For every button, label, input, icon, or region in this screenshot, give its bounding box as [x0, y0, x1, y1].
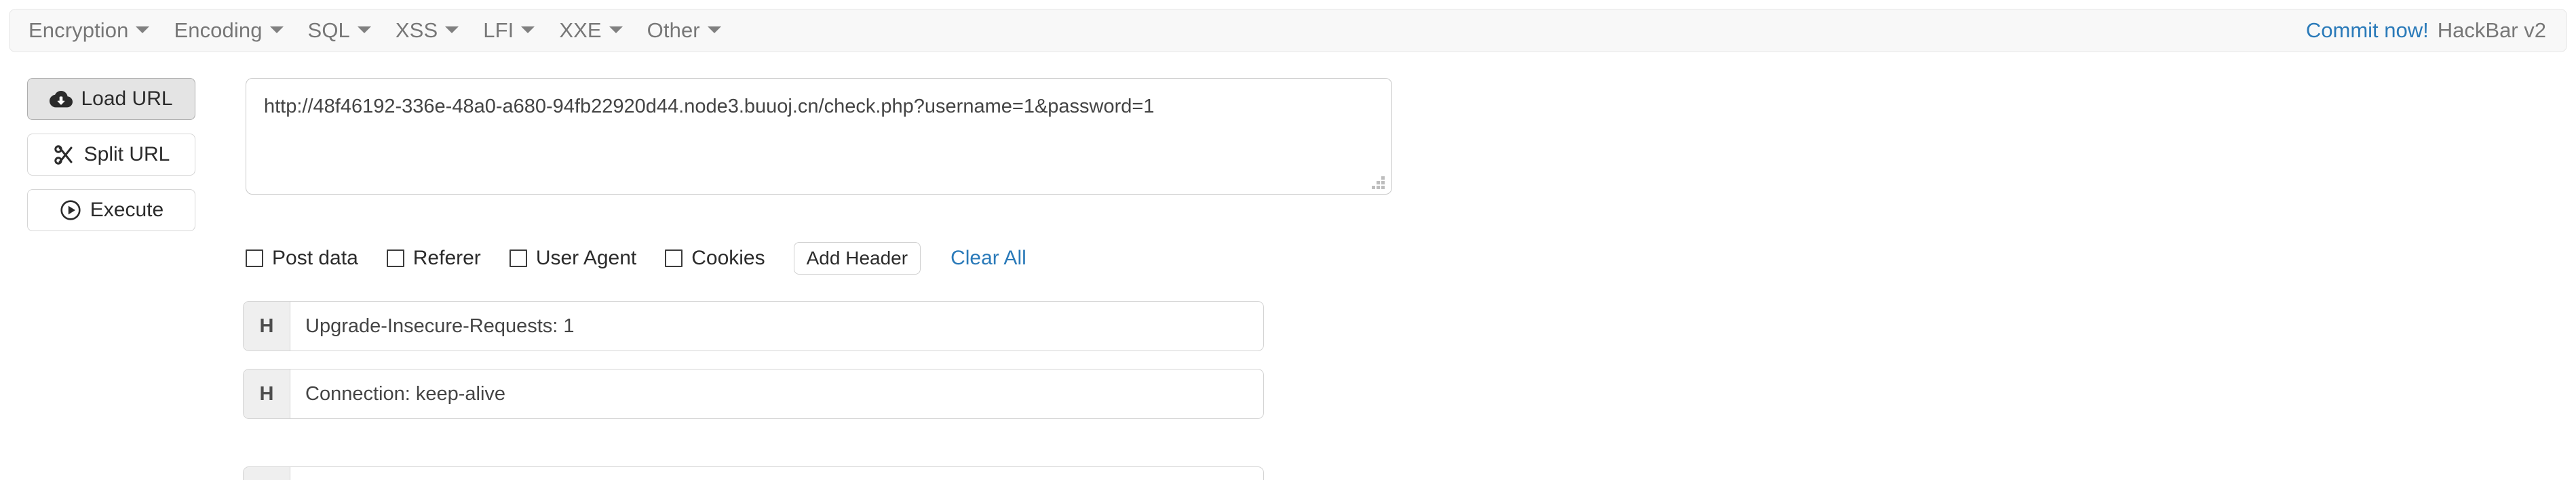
execute-button-label: Execute: [90, 199, 164, 221]
checkbox-label: User Agent: [535, 247, 637, 269]
commit-now-link[interactable]: Commit now!: [2306, 18, 2429, 43]
menu-item-label: Other: [647, 18, 700, 42]
chevron-down-icon: [609, 26, 623, 33]
header-value-input[interactable]: [290, 369, 1263, 418]
checkbox-box[interactable]: [509, 249, 527, 267]
header-row: H: [243, 301, 1264, 351]
chevron-down-icon: [357, 26, 371, 33]
header-rows-list: H H: [243, 301, 1264, 437]
menu-item-label: LFI: [483, 18, 514, 42]
header-type-badge[interactable]: H: [244, 467, 290, 480]
load-url-button-label: Load URL: [81, 87, 173, 110]
checkbox-user-agent[interactable]: User Agent: [509, 247, 637, 269]
menu-item-label: Encryption: [28, 18, 129, 42]
checkbox-post-data[interactable]: Post data: [246, 248, 358, 268]
split-url-button[interactable]: Split URL: [27, 134, 195, 176]
menu-item-xss[interactable]: XSS: [396, 18, 474, 43]
header-row: H: [243, 369, 1264, 419]
app-brand-label: HackBar v2: [2437, 18, 2546, 42]
checkbox-label: Referer: [412, 247, 481, 269]
checkbox-label: Post data: [272, 247, 358, 269]
toolbar-menubar: Encryption Encoding SQL XSS LFI XXE Othe…: [9, 9, 2567, 52]
header-type-badge[interactable]: H: [244, 369, 290, 418]
header-row: H: [243, 466, 1264, 480]
menu-item-label: XXE: [559, 18, 602, 42]
cloud-download-icon: [50, 87, 73, 111]
add-header-button[interactable]: Add Header: [793, 242, 921, 275]
checkbox-referer[interactable]: Referer: [386, 247, 481, 269]
clear-all-link[interactable]: Clear All: [950, 247, 1026, 270]
chevron-down-icon: [445, 26, 459, 33]
chevron-down-icon: [136, 26, 150, 33]
menu-item-xxe[interactable]: XXE: [559, 18, 637, 43]
menu-item-lfi[interactable]: LFI: [483, 18, 550, 43]
menu-item-encoding[interactable]: Encoding: [174, 18, 298, 43]
load-url-button[interactable]: Load URL: [27, 78, 195, 120]
header-value-input[interactable]: [290, 467, 1263, 480]
chevron-down-icon: [707, 26, 721, 33]
checkbox-label: Cookies: [691, 247, 765, 269]
chevron-down-icon: [269, 26, 284, 33]
header-row-partial-clip: H: [243, 466, 1264, 480]
header-value-input[interactable]: [290, 302, 1263, 351]
menu-item-label: SQL: [307, 18, 350, 42]
menubar-right-section: Commit now! HackBar v2: [2306, 18, 2567, 43]
menu-item-label: XSS: [395, 18, 438, 42]
url-input[interactable]: [246, 78, 1392, 195]
menubar-items: Encryption Encoding SQL XSS LFI XXE Othe…: [9, 18, 746, 43]
menu-item-other[interactable]: Other: [647, 18, 736, 43]
scissors-icon: [53, 143, 76, 166]
header-type-badge[interactable]: H: [244, 302, 290, 351]
chevron-down-icon: [521, 26, 535, 33]
action-button-column: Load URL Split URL Execute: [27, 78, 195, 245]
menu-item-sql[interactable]: SQL: [308, 18, 386, 43]
checkbox-box[interactable]: [386, 249, 404, 267]
menu-item-label: Encoding: [174, 18, 263, 42]
checkbox-cookies[interactable]: Cookies: [665, 248, 765, 268]
split-url-button-label: Split URL: [83, 143, 170, 165]
request-options-row: Post data Referer User Agent Cookies Add…: [246, 242, 1026, 275]
execute-button[interactable]: Execute: [27, 189, 195, 231]
menu-item-encryption[interactable]: Encryption: [28, 18, 164, 43]
checkbox-box[interactable]: [665, 249, 683, 267]
checkbox-box[interactable]: [246, 249, 263, 267]
play-circle-icon: [59, 199, 82, 222]
